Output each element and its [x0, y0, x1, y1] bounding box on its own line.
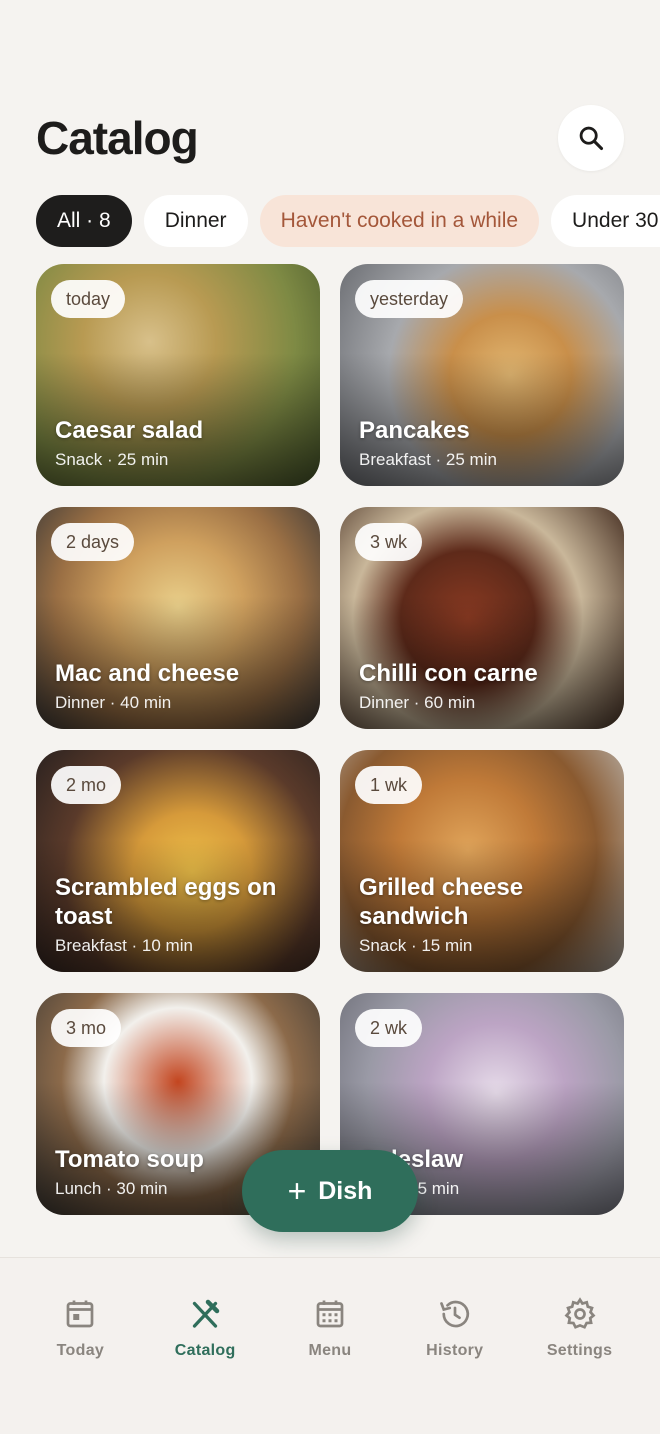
dish-card[interactable]: today Caesar salad Snack · 25 min: [36, 264, 320, 486]
nav-label: Today: [56, 1342, 105, 1359]
calendar-grid-icon: [316, 1300, 344, 1328]
nav-label: Menu: [308, 1342, 352, 1359]
nav-label: History: [426, 1342, 484, 1359]
dish-grid: today Caesar salad Snack · 25 min yester…: [36, 264, 624, 1215]
last-cooked-badge: 2 wk: [355, 1009, 423, 1047]
dish-name: Chilli con carne: [359, 660, 538, 687]
filter-chip-havent-cooked[interactable]: Haven't cooked in a while: [259, 195, 540, 247]
last-cooked-badge: 2 days: [51, 523, 135, 561]
dish-meta: Snack · 25 min: [55, 450, 169, 469]
dish-info: Chilli con carne Dinner · 60 min: [359, 659, 610, 713]
nav-label: Catalog: [174, 1342, 236, 1359]
last-cooked-badge: yesterday: [355, 280, 464, 318]
last-cooked-badge: 3 mo: [51, 1009, 122, 1047]
header: Catalog: [36, 104, 624, 172]
dish-name: Grilled cheese sandwich: [359, 874, 524, 930]
dish-info: Pancakes Breakfast · 25 min: [359, 416, 610, 470]
dish-meta: Breakfast · 10 min: [55, 936, 193, 955]
dish-info: Caesar salad Snack · 25 min: [55, 416, 306, 470]
dish-card[interactable]: yesterday Pancakes Breakfast · 25 min: [340, 264, 624, 486]
dish-card[interactable]: 2 days Mac and cheese Dinner · 40 min: [36, 507, 320, 729]
search-icon: [579, 126, 604, 151]
nav-item-menu[interactable]: Menu: [275, 1296, 385, 1434]
dish-info: Scrambled eggs on toast Breakfast · 10 m…: [55, 873, 306, 956]
add-dish-label: Dish: [318, 1176, 373, 1205]
calendar-today-icon: [67, 1300, 94, 1328]
dish-info: Mac and cheese Dinner · 40 min: [55, 659, 306, 713]
dish-meta: Dinner · 40 min: [55, 693, 172, 712]
plus-icon: +: [287, 1173, 307, 1209]
dish-meta: Dinner · 60 min: [359, 693, 476, 712]
filter-chip-dinner[interactable]: Dinner: [143, 195, 248, 247]
bottom-navigation: Today Catalog Menu History Settings: [0, 1257, 660, 1434]
dish-meta: Snack · 15 min: [359, 936, 473, 955]
page-title: Catalog: [36, 112, 199, 164]
dish-info: Grilled cheese sandwich Snack · 15 min: [359, 873, 610, 956]
last-cooked-badge: 2 mo: [51, 766, 122, 804]
nav-item-today[interactable]: Today: [25, 1296, 135, 1434]
add-dish-button[interactable]: + Dish: [242, 1150, 418, 1232]
filter-chip-all[interactable]: All · 8: [36, 195, 132, 247]
dish-name: Mac and cheese: [55, 660, 240, 687]
nav-item-catalog[interactable]: Catalog: [150, 1296, 260, 1434]
filter-chip-under-30[interactable]: Under 30 min: [551, 195, 660, 247]
dish-name: Pancakes: [359, 417, 470, 444]
gear-icon: [564, 1297, 596, 1329]
dish-meta: Breakfast · 25 min: [359, 450, 497, 469]
history-icon: [439, 1300, 469, 1328]
nav-item-settings[interactable]: Settings: [525, 1296, 635, 1434]
filter-chips: All · 8 Dinner Haven't cooked in a while…: [36, 195, 660, 247]
last-cooked-badge: 1 wk: [355, 766, 423, 804]
dish-name: Caesar salad: [55, 417, 204, 444]
last-cooked-badge: 3 wk: [355, 523, 423, 561]
dish-name: Scrambled eggs on toast: [55, 874, 277, 930]
dish-card[interactable]: 3 wk Chilli con carne Dinner · 60 min: [340, 507, 624, 729]
utensils-icon: [193, 1299, 220, 1328]
dish-card[interactable]: 2 mo Scrambled eggs on toast Breakfast ·…: [36, 750, 320, 972]
nav-item-history[interactable]: History: [400, 1296, 510, 1434]
search-button[interactable]: [558, 105, 624, 171]
last-cooked-badge: today: [51, 280, 126, 318]
nav-label: Settings: [546, 1342, 613, 1359]
dish-card[interactable]: 1 wk Grilled cheese sandwich Snack · 15 …: [340, 750, 624, 972]
